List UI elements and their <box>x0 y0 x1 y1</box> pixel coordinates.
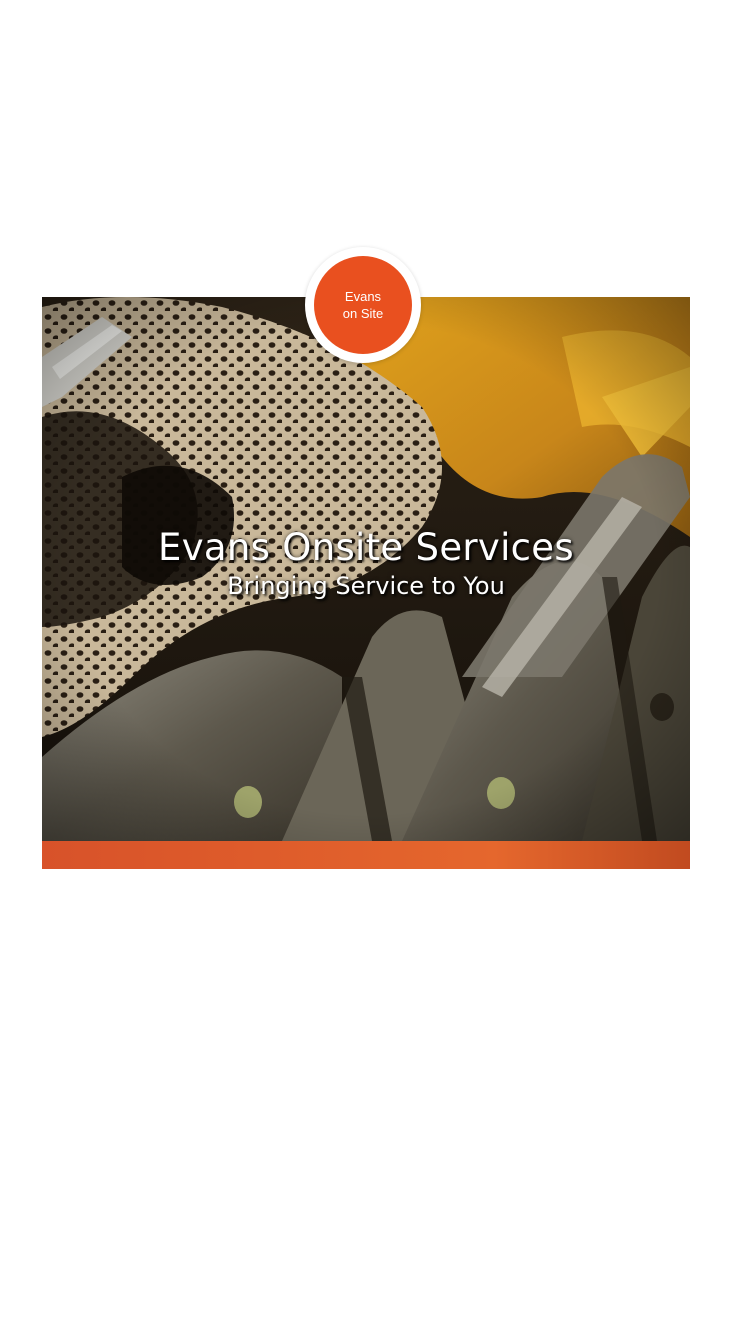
logo-disc: Evans on Site <box>314 256 412 354</box>
logo-text-line-1: Evans <box>344 289 382 304</box>
logo-text-line-2: on Site <box>342 306 384 321</box>
logo-badge[interactable]: Evans on Site <box>305 247 421 363</box>
hero-accent-band <box>42 841 690 869</box>
hero-banner: Evans Onsite Services Bringing Service t… <box>42 297 690 869</box>
hero-subtitle: Bringing Service to You <box>227 572 505 600</box>
hero-text-block: Evans Onsite Services Bringing Service t… <box>42 525 690 601</box>
hero-title: Evans Onsite Services <box>158 526 574 569</box>
